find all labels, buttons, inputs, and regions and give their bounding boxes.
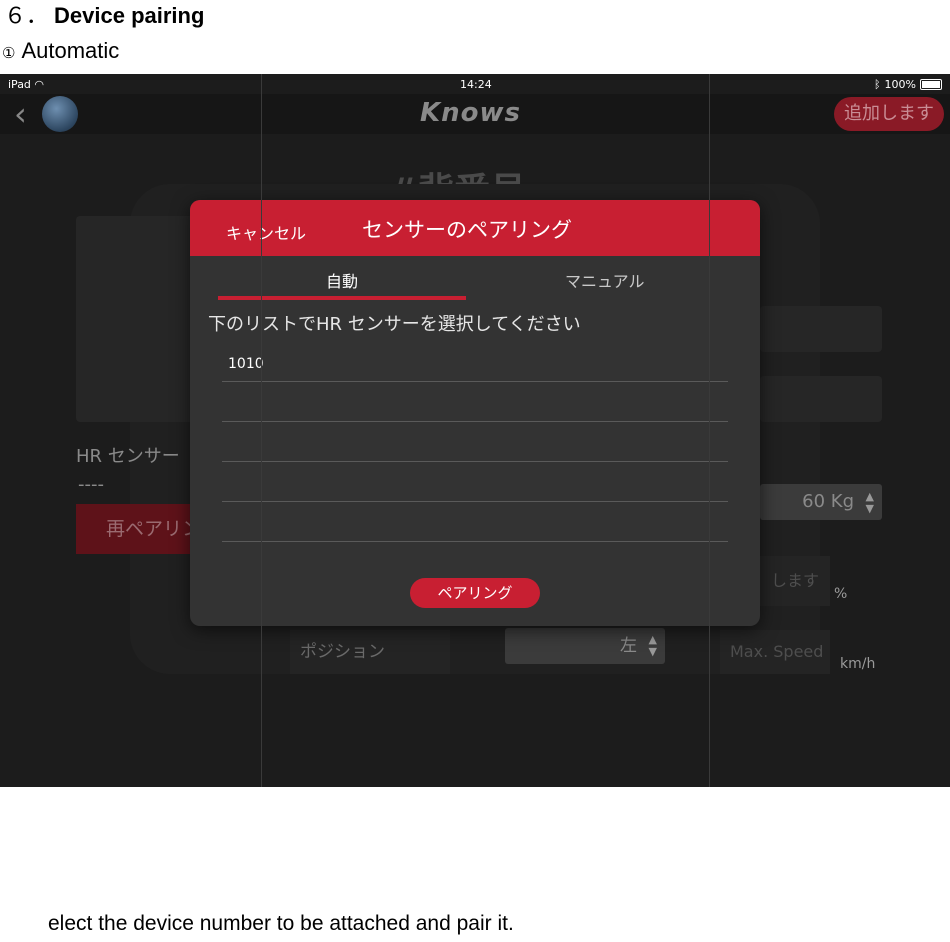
stepper-icon: ▲ ▼ [865, 490, 874, 515]
form-field-2[interactable] [760, 376, 882, 422]
device-list: 1010 [222, 342, 728, 542]
side-select[interactable]: 左 ▲ ▼ [505, 628, 665, 664]
section-number: ６． [4, 3, 49, 28]
weight-value: 60 Kg [802, 491, 854, 512]
avatar[interactable] [42, 96, 78, 132]
list-item[interactable] [222, 422, 728, 462]
battery-icon [920, 79, 942, 90]
dialog-header: キャンセル センサーのペアリング [190, 200, 760, 256]
app-logo: Knows [420, 98, 522, 128]
wifi-icon: ◠ [34, 78, 45, 91]
instruction-text: 下のリストでHR センサーを選択してください [208, 314, 581, 335]
section-title: Device pairing [54, 3, 205, 28]
guide-line [261, 74, 262, 787]
add-button[interactable]: 追加します [834, 97, 944, 131]
app-screen: iPad ◠ 14:24 ᛒ 100% ‹ Knows 追加します #背番号 H… [0, 74, 950, 787]
stepper-icon: ▲ ▼ [648, 633, 657, 658]
tab-bar: 自動 マニュアル [190, 256, 760, 302]
list-item[interactable] [222, 382, 728, 422]
status-bar: iPad ◠ 14:24 ᛒ 100% [0, 74, 950, 94]
navigation-bar: ‹ Knows 追加します [0, 94, 950, 134]
device-label: iPad ◠ [8, 78, 45, 91]
instruction-caption: elect the device number to be attached a… [48, 912, 514, 935]
circled-number-marker: ① [2, 45, 16, 62]
position-field[interactable]: ポジション [290, 630, 450, 674]
list-item[interactable] [222, 502, 728, 542]
hr-sensor-value: ---- [78, 474, 104, 495]
list-item[interactable]: 1010 [222, 342, 728, 382]
form-field-1[interactable] [760, 306, 882, 352]
hr-sensor-label: HR センサー [76, 446, 180, 467]
speed-unit: km/h [840, 656, 876, 672]
pair-button[interactable]: ペアリング [410, 578, 540, 608]
subsection-heading: ① Automatic [2, 38, 119, 64]
cancel-button[interactable]: キャンセル [226, 220, 306, 244]
dialog-title: センサーのペアリング [362, 218, 572, 242]
back-chevron-icon[interactable]: ‹ [14, 96, 27, 132]
status-right: ᛒ 100% [874, 78, 942, 91]
subsection-title: Automatic [21, 38, 120, 63]
max-speed-input[interactable]: Max. Speed [720, 630, 830, 674]
sensor-pairing-dialog: キャンセル センサーのペアリング 自動 マニュアル 下のリストでHR センサーを… [190, 200, 760, 626]
guide-line [709, 74, 710, 787]
bluetooth-icon: ᛒ [873, 78, 881, 91]
tab-automatic[interactable]: 自動 [326, 268, 358, 292]
battery-percent: 100% [884, 78, 916, 91]
section-heading: ６． Device pairing [4, 0, 204, 30]
weight-select[interactable]: 60 Kg ▲ ▼ [760, 484, 882, 520]
active-tab-indicator [218, 296, 466, 300]
masu-button[interactable]: します [760, 556, 830, 606]
side-value: 左 [620, 636, 637, 656]
tab-manual[interactable]: マニュアル [565, 268, 645, 292]
list-item[interactable] [222, 462, 728, 502]
percent-unit: % [834, 586, 848, 602]
clock: 14:24 [460, 78, 492, 91]
